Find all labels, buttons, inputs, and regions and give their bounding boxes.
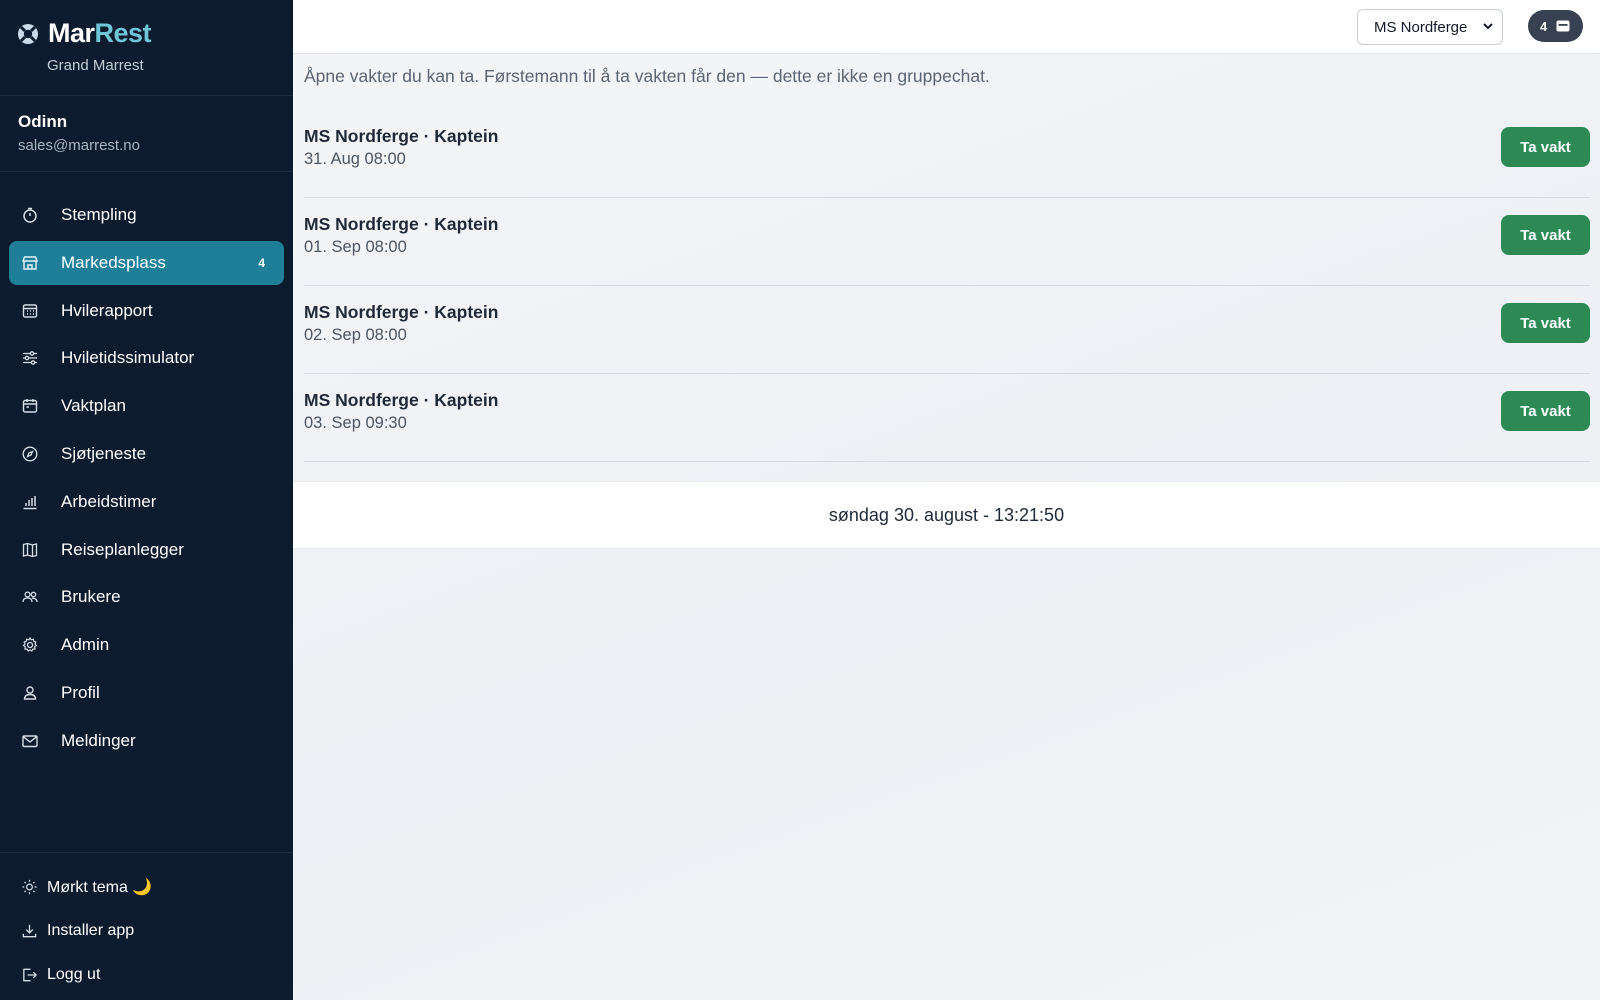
calendar-grid-icon (21, 302, 39, 320)
take-shift-button[interactable]: Ta vakt (1501, 303, 1590, 343)
sidebar-item-label: Hvilerapport (61, 300, 153, 320)
main-nav: Stempling Markedsplass 4 Hvilerapport Hv… (0, 172, 293, 763)
sidebar-item-admin[interactable]: Admin (9, 623, 284, 667)
shift-row: MS Nordferge · Kaptein 01. Sep 08:00 Ta … (304, 198, 1590, 286)
clock-bar: søndag 30. august - 13:21:50 (293, 481, 1600, 549)
shift-date: 03. Sep 09:30 (304, 414, 407, 432)
vessel-select[interactable]: MS Nordferge (1357, 9, 1503, 45)
main-content: MS Nordferge 4 Åpne vakter du kan ta. Fø… (293, 0, 1600, 1000)
dark-theme-toggle[interactable]: Mørkt tema 🌙 (0, 865, 293, 909)
page-intro: Åpne vakter du kan ta. Førstemann til å … (304, 66, 990, 86)
sidebar-item-arbeidstimer[interactable]: Arbeidstimer (9, 480, 284, 524)
shift-title: MS Nordferge · Kaptein (304, 302, 499, 322)
sidebar-item-label: Arbeidstimer (61, 491, 157, 511)
users-icon (21, 588, 39, 606)
calendar-icon (21, 397, 39, 415)
shift-date: 02. Sep 08:00 (304, 326, 407, 344)
sidebar-item-reiseplanlegger[interactable]: Reiseplanlegger (9, 528, 284, 572)
compass-icon (21, 445, 39, 463)
sidebar-item-label: Vaktplan (61, 396, 126, 416)
shift-title: MS Nordferge · Kaptein (304, 214, 499, 234)
notification-button[interactable]: 4 (1528, 10, 1583, 42)
open-shifts-list: MS Nordferge · Kaptein 31. Aug 08:00 Ta … (304, 110, 1590, 462)
map-icon (21, 541, 39, 559)
sidebar-item-label: Sjøtjeneste (61, 443, 147, 463)
vessel-select-value: MS Nordferge (1374, 18, 1468, 36)
take-shift-button[interactable]: Ta vakt (1501, 215, 1590, 255)
sidebar-item-meldinger[interactable]: Meldinger (9, 719, 284, 763)
store-icon (21, 254, 39, 272)
take-shift-button[interactable]: Ta vakt (1501, 127, 1590, 167)
logout-icon (21, 967, 38, 984)
count-badge: 4 (258, 255, 265, 270)
shift-title: MS Nordferge · Kaptein (304, 126, 499, 146)
sidebar: MarRest Grand Marrest Odinn sales@marres… (0, 0, 293, 1000)
sidebar-item-label: Stempling (61, 205, 137, 224)
logout-label: Logg ut (47, 966, 101, 983)
sidebar-footer: Mørkt tema 🌙 Installer app Logg ut (0, 852, 293, 1000)
sidebar-item-label: Brukere (61, 587, 121, 607)
sidebar-item-vaktplan[interactable]: Vaktplan (9, 384, 284, 428)
brand-logo[interactable]: MarRest (16, 18, 293, 49)
user-email: sales@marrest.no (18, 137, 140, 154)
dark-theme-label: Mørkt tema 🌙 (47, 879, 153, 896)
sidebar-item-profil[interactable]: Profil (9, 671, 284, 715)
sidebar-item-label: Reiseplanlegger (61, 539, 184, 559)
chevron-down-icon (1483, 23, 1493, 30)
shift-row: MS Nordferge · Kaptein 02. Sep 08:00 Ta … (304, 286, 1590, 374)
sidebar-item-label: Hviletidssimulator (61, 348, 195, 368)
shift-date: 31. Aug 08:00 (304, 150, 406, 168)
download-icon (21, 923, 38, 940)
notification-count: 4 (1540, 18, 1548, 34)
logout-button[interactable]: Logg ut (0, 953, 293, 997)
sidebar-item-markedsplass[interactable]: Markedsplass 4 (9, 240, 284, 285)
install-app-button[interactable]: Installer app (0, 909, 293, 953)
stopwatch-icon (21, 206, 39, 224)
sliders-icon (21, 349, 39, 367)
organization-name: Grand Marrest (47, 57, 144, 74)
user-icon (21, 684, 39, 702)
take-shift-button[interactable]: Ta vakt (1501, 391, 1590, 431)
sidebar-item-sjotjeneste[interactable]: Sjøtjeneste (9, 432, 284, 476)
shift-title: MS Nordferge · Kaptein (304, 390, 499, 410)
sidebar-item-label: Admin (61, 635, 110, 655)
topbar: MS Nordferge 4 (293, 0, 1600, 54)
current-datetime: søndag 30. august - 13:21:50 (828, 504, 1065, 525)
sidebar-item-label: Markedsplass (61, 252, 166, 272)
user-info: Odinn sales@marrest.no (0, 96, 293, 172)
user-name: Odinn (18, 112, 68, 131)
bar-chart-icon (21, 493, 39, 511)
inbox-icon (1556, 20, 1570, 32)
shift-row: MS Nordferge · Kaptein 03. Sep 09:30 Ta … (304, 374, 1590, 462)
sidebar-item-hvilerapport[interactable]: Hvilerapport (9, 289, 284, 333)
shift-row: MS Nordferge · Kaptein 31. Aug 08:00 Ta … (304, 110, 1590, 198)
sidebar-item-hviletidssimulator[interactable]: Hviletidssimulator (9, 336, 284, 380)
sidebar-item-label: Profil (61, 682, 100, 702)
install-app-label: Installer app (47, 922, 135, 939)
gear-icon (21, 636, 39, 654)
sidebar-item-brukere[interactable]: Brukere (9, 575, 284, 619)
sidebar-item-label: Meldinger (61, 730, 136, 750)
sidebar-item-stempling[interactable]: Stempling (9, 193, 284, 237)
brand-block: MarRest Grand Marrest (0, 0, 293, 96)
mail-icon (21, 732, 39, 750)
shift-date: 01. Sep 08:00 (304, 238, 407, 256)
sun-icon (21, 879, 38, 896)
brand-name: MarRest (48, 18, 152, 48)
lifebuoy-icon (16, 22, 40, 46)
